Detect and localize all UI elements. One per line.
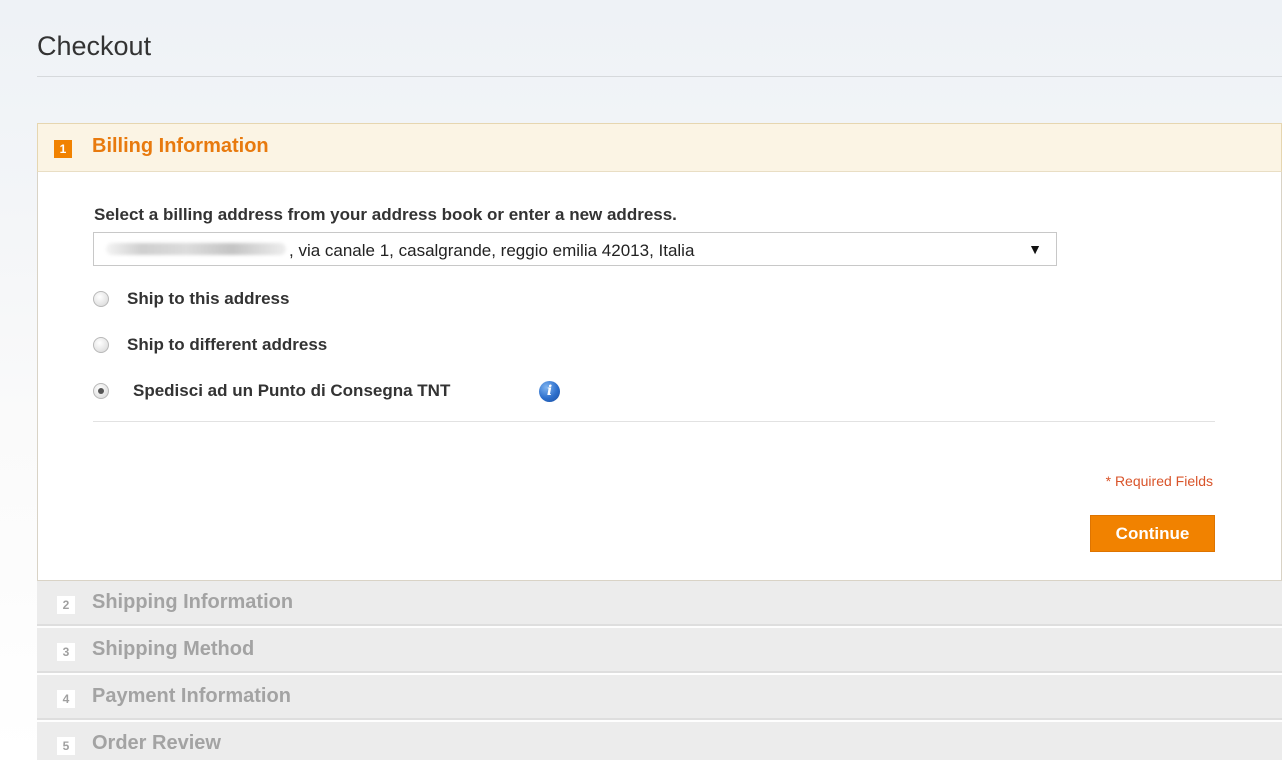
form-divider (93, 421, 1215, 422)
radio-label[interactable]: Spedisci ad un Punto di Consegna TNT (133, 381, 450, 401)
step-shipping-method[interactable]: 3 Shipping Method (37, 628, 1282, 673)
step-number-badge: 4 (57, 690, 75, 708)
step-number-badge: 3 (57, 643, 75, 661)
dropdown-arrow-icon[interactable]: ▼ (1028, 241, 1042, 257)
billing-address-select[interactable]: , via canale 1, casalgrande, reggio emil… (93, 232, 1057, 266)
step-title: Shipping Method (92, 638, 255, 660)
redacted-name (106, 243, 286, 255)
step-title: Payment Information (92, 685, 291, 707)
radio-label[interactable]: Ship to this address (127, 289, 289, 309)
step-number-badge: 1 (54, 140, 72, 158)
step-billing-header[interactable]: 1 Billing Information (37, 123, 1282, 172)
radio-tnt-pickup-point[interactable] (93, 383, 109, 399)
required-fields-note: * Required Fields (1105, 473, 1213, 489)
step-title: Billing Information (92, 135, 269, 157)
step-shipping-information[interactable]: 2 Shipping Information (37, 581, 1282, 626)
option-tnt-pickup-point[interactable]: Spedisci ad un Punto di Consegna TNT i (93, 381, 693, 403)
step-order-review[interactable]: 5 Order Review (37, 722, 1282, 760)
continue-button[interactable]: Continue (1090, 515, 1215, 552)
radio-label[interactable]: Ship to different address (127, 335, 327, 355)
info-icon[interactable]: i (539, 381, 560, 402)
title-divider (37, 76, 1282, 77)
billing-form: Select a billing address from your addre… (37, 172, 1282, 581)
step-payment-information[interactable]: 4 Payment Information (37, 675, 1282, 720)
page-title: Checkout (37, 31, 152, 61)
radio-ship-to-different-address[interactable] (93, 337, 109, 353)
billing-address-prompt: Select a billing address from your addre… (94, 205, 677, 224)
step-title: Shipping Information (92, 591, 294, 613)
step-number-badge: 5 (57, 737, 75, 755)
selected-address: , via canale 1, casalgrande, reggio emil… (289, 241, 695, 260)
step-title: Order Review (92, 732, 221, 754)
step-number-badge: 2 (57, 596, 75, 614)
radio-ship-to-this-address[interactable] (93, 291, 109, 307)
